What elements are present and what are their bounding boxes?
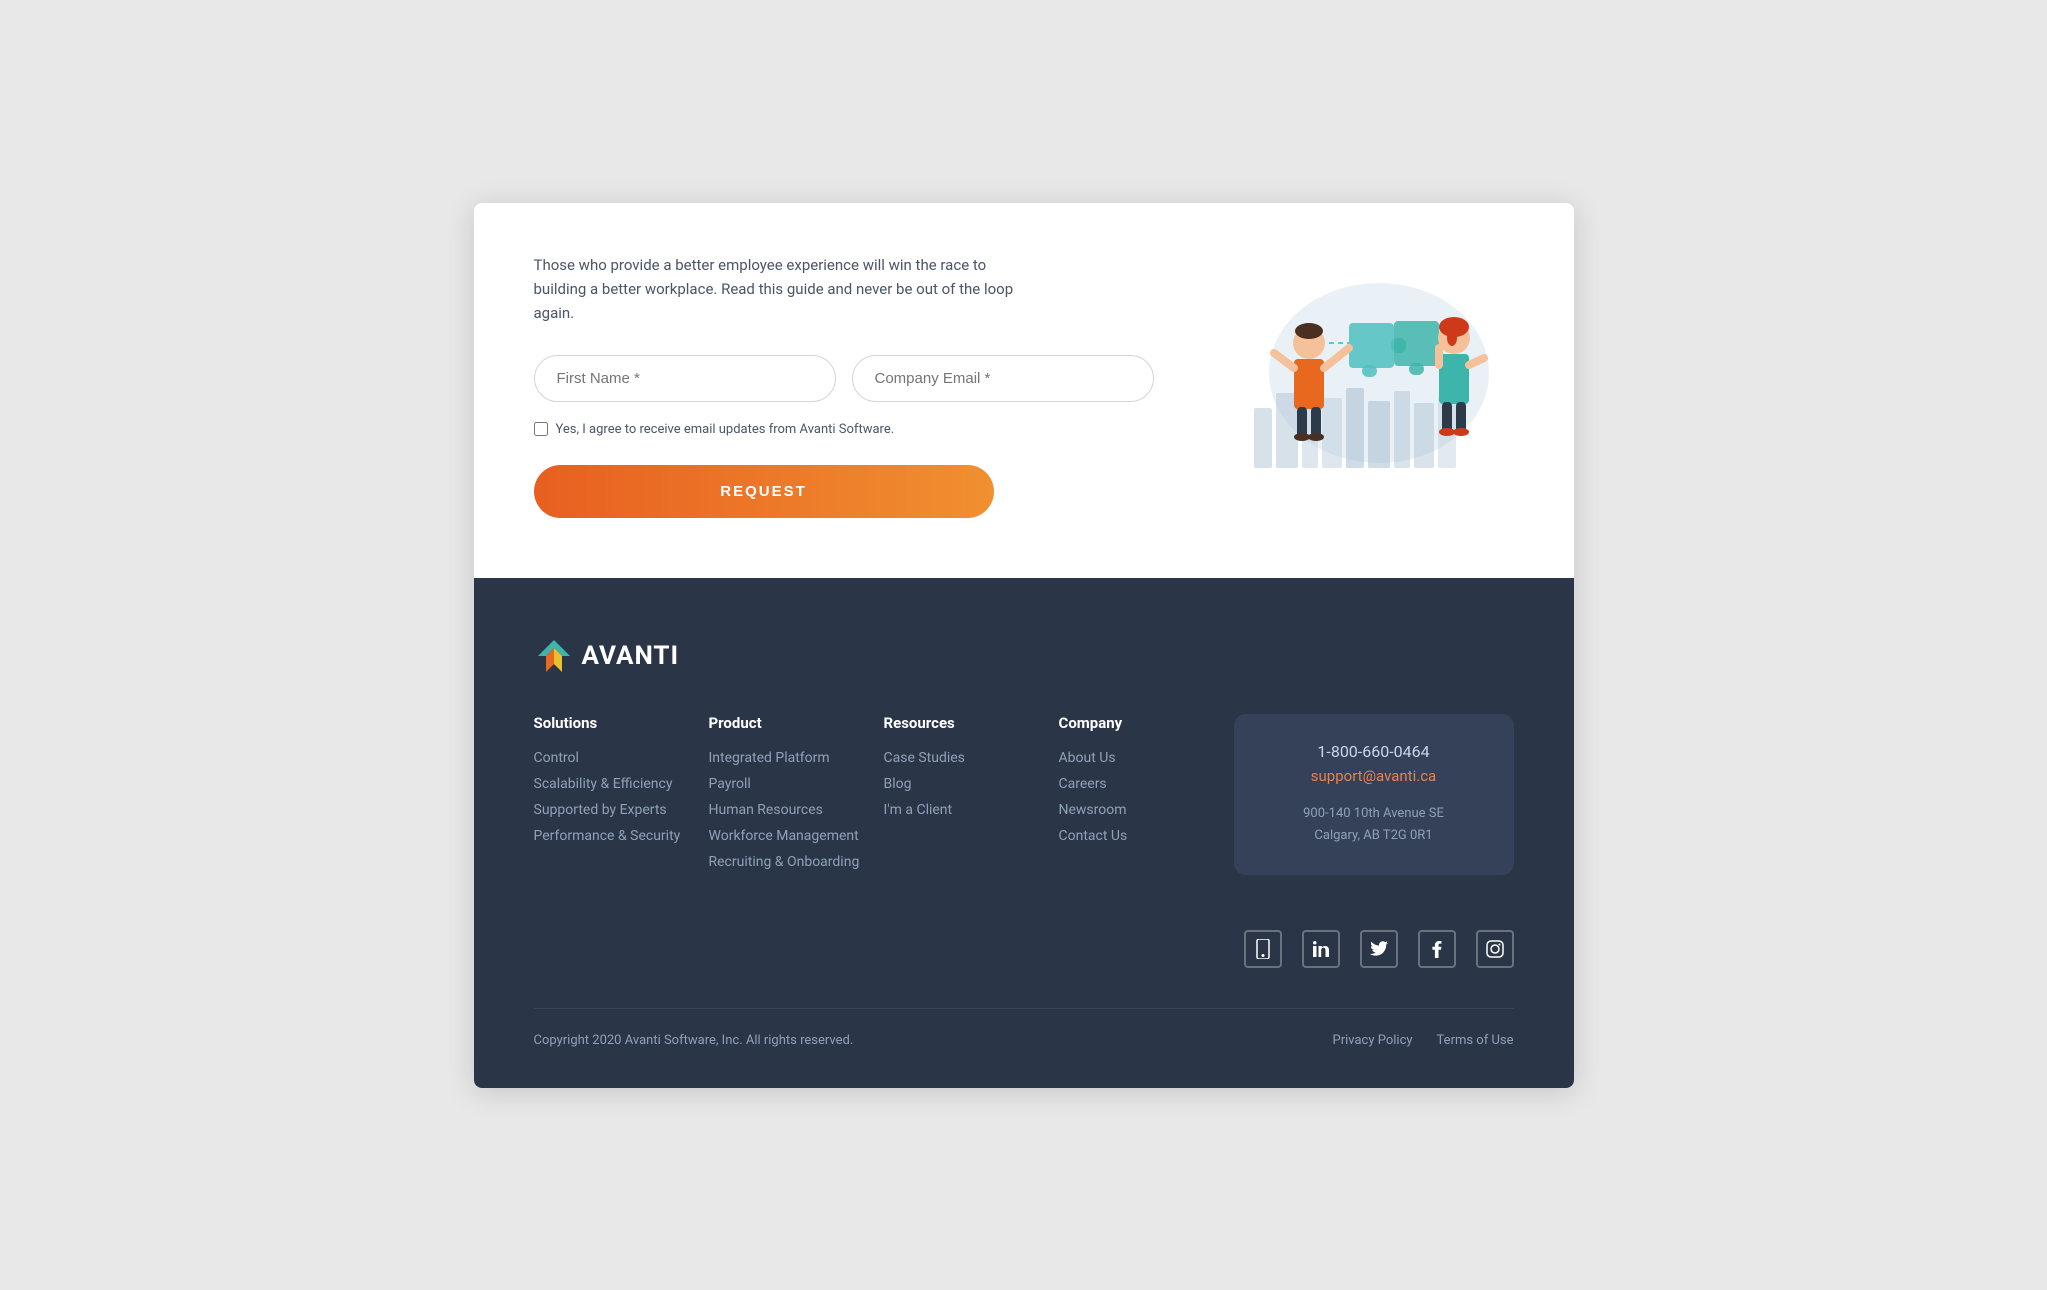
form-description: Those who provide a better employee expe… — [534, 253, 1034, 325]
product-link-workforce[interactable]: Workforce Management — [709, 828, 884, 844]
request-button[interactable]: REQUEST — [534, 465, 994, 518]
social-icons — [534, 930, 1514, 968]
instagram-icon[interactable] — [1476, 930, 1514, 968]
facebook-icon[interactable] — [1418, 930, 1456, 968]
form-section: Those who provide a better employee expe… — [474, 203, 1574, 578]
footer-columns: Solutions Control Scalability & Efficien… — [534, 714, 1514, 880]
twitter-icon[interactable] — [1360, 930, 1398, 968]
logo-text: AVANTI — [582, 641, 680, 671]
hero-illustration — [1194, 253, 1514, 513]
address-line1: 900-140 10th Avenue SE — [1303, 806, 1444, 821]
footer-policy-links: Privacy Policy Terms of Use — [1333, 1033, 1514, 1048]
product-link-hr[interactable]: Human Resources — [709, 802, 884, 818]
footer-col-product: Product Integrated Platform Payroll Huma… — [709, 714, 884, 880]
checkbox-row: Yes, I agree to receive email updates fr… — [534, 422, 1154, 437]
product-link-integrated[interactable]: Integrated Platform — [709, 750, 884, 766]
solutions-title: Solutions — [534, 714, 709, 732]
footer-phone: 1-800-660-0464 — [1258, 742, 1490, 761]
footer-col-company: Company About Us Careers Newsroom Contac… — [1059, 714, 1234, 880]
copyright-text: Copyright 2020 Avanti Software, Inc. All… — [534, 1033, 854, 1048]
company-link-careers[interactable]: Careers — [1059, 776, 1234, 792]
footer-col-resources: Resources Case Studies Blog I'm a Client — [884, 714, 1059, 880]
solutions-link-experts[interactable]: Supported by Experts — [534, 802, 709, 818]
resources-link-case-studies[interactable]: Case Studies — [884, 750, 1059, 766]
footer-logo: AVANTI — [534, 638, 1514, 674]
consent-checkbox[interactable] — [534, 422, 548, 436]
footer-contact-box: 1-800-660-0464 support@avanti.ca 900-140… — [1234, 714, 1514, 875]
form-inputs — [534, 355, 1154, 402]
company-link-newsroom[interactable]: Newsroom — [1059, 802, 1234, 818]
linkedin-icon[interactable] — [1302, 930, 1340, 968]
mobile-icon[interactable] — [1244, 930, 1282, 968]
product-link-payroll[interactable]: Payroll — [709, 776, 884, 792]
address-line2: Calgary, AB T2G 0R1 — [1314, 828, 1432, 843]
solutions-link-scalability[interactable]: Scalability & Efficiency — [534, 776, 709, 792]
product-title: Product — [709, 714, 884, 732]
resources-link-client[interactable]: I'm a Client — [884, 802, 1059, 818]
privacy-policy-link[interactable]: Privacy Policy — [1333, 1033, 1413, 1048]
first-name-input[interactable] — [534, 355, 836, 402]
email-input[interactable] — [852, 355, 1154, 402]
footer-address: 900-140 10th Avenue SE Calgary, AB T2G 0… — [1258, 803, 1490, 847]
form-content: Those who provide a better employee expe… — [534, 253, 1154, 518]
solutions-link-performance[interactable]: Performance & Security — [534, 828, 709, 844]
footer-section: AVANTI Solutions Control Scalability & E… — [474, 578, 1574, 1088]
solutions-link-control[interactable]: Control — [534, 750, 709, 766]
product-link-recruiting[interactable]: Recruiting & Onboarding — [709, 854, 884, 870]
company-title: Company — [1059, 714, 1234, 732]
footer-col-solutions: Solutions Control Scalability & Efficien… — [534, 714, 709, 880]
footer-bottom: Copyright 2020 Avanti Software, Inc. All… — [534, 1008, 1514, 1048]
terms-of-use-link[interactable]: Terms of Use — [1437, 1033, 1514, 1048]
consent-label: Yes, I agree to receive email updates fr… — [556, 422, 895, 437]
resources-link-blog[interactable]: Blog — [884, 776, 1059, 792]
company-link-about[interactable]: About Us — [1059, 750, 1234, 766]
footer-email[interactable]: support@avanti.ca — [1258, 767, 1490, 785]
resources-title: Resources — [884, 714, 1059, 732]
company-link-contact[interactable]: Contact Us — [1059, 828, 1234, 844]
